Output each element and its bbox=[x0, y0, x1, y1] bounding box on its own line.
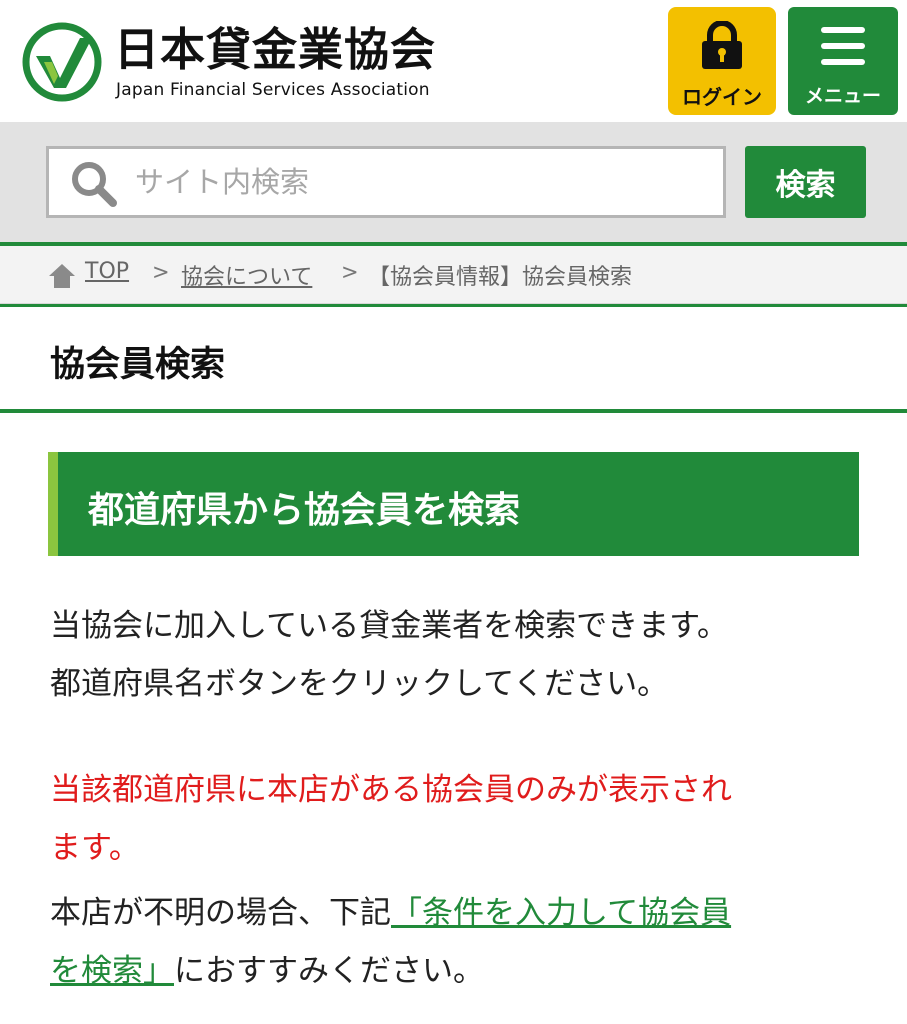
login-label: ログイン bbox=[682, 85, 762, 109]
hamburger-icon bbox=[821, 27, 865, 67]
breadcrumb-separator: > bbox=[341, 260, 359, 284]
intro-text: 当協会に加入している貸金業者を検索できます。 都道府県名ボタンをクリックしてくだ… bbox=[50, 597, 728, 713]
intro-line: 当協会に加入している貸金業者を検索できます。 bbox=[50, 608, 728, 644]
menu-button[interactable]: メニュー bbox=[788, 7, 898, 115]
guidance-prefix: 本店が不明の場合、下記 bbox=[50, 895, 391, 931]
breadcrumb-current: 【協会員情報】協会員検索 bbox=[368, 265, 633, 290]
home-icon bbox=[49, 264, 75, 288]
lock-icon bbox=[702, 21, 742, 69]
logo-japanese-name: 日本貸金業協会 bbox=[114, 23, 437, 76]
menu-label: メニュー bbox=[804, 85, 881, 107]
site-header: 日本貸金業協会 Japan Financial Services Associa… bbox=[0, 0, 907, 122]
section-heading-text: 都道府県から協会員を検索 bbox=[88, 490, 521, 531]
notice-text: 当該都道府県に本店がある協会員のみが表示され ます。 bbox=[50, 761, 732, 877]
logo-check-icon bbox=[22, 22, 102, 102]
guidance-line: 本店が不明の場合、下記「条件を入力して協会員 bbox=[50, 884, 731, 942]
breadcrumb-separator: > bbox=[152, 260, 170, 284]
intro-line: 都道府県名ボタンをクリックしてください。 bbox=[50, 666, 669, 702]
notice-line: 当該都道府県に本店がある協会員のみが表示され bbox=[50, 772, 732, 808]
section-heading: 都道府県から協会員を検索 bbox=[48, 452, 859, 556]
site-logo[interactable]: 日本貸金業協会 Japan Financial Services Associa… bbox=[22, 20, 452, 104]
search-icon bbox=[72, 162, 117, 207]
breadcrumb: TOP > 協会について > 【協会員情報】協会員検索 bbox=[0, 246, 907, 304]
search-by-conditions-link[interactable]: 「条件を入力して協会員 bbox=[391, 895, 731, 931]
site-search-bar: 検索 bbox=[0, 122, 907, 242]
breadcrumb-link-top[interactable]: TOP bbox=[85, 259, 129, 284]
guidance-suffix: におすすみください。 bbox=[174, 953, 484, 989]
divider bbox=[0, 409, 907, 413]
search-button[interactable]: 検索 bbox=[745, 146, 866, 218]
search-by-conditions-link[interactable]: を検索」 bbox=[50, 953, 174, 989]
search-box bbox=[46, 146, 726, 218]
guidance-line: を検索」におすすみください。 bbox=[50, 942, 731, 1000]
guidance-text: 本店が不明の場合、下記「条件を入力して協会員 を検索」におすすみください。 bbox=[50, 884, 731, 1000]
logo-english-name: Japan Financial Services Association bbox=[116, 80, 430, 100]
page-title: 協会員検索 bbox=[50, 345, 226, 385]
breadcrumb-link-about[interactable]: 協会について bbox=[181, 259, 312, 291]
divider bbox=[0, 304, 907, 307]
login-button[interactable]: ログイン bbox=[668, 7, 776, 115]
notice-line: ます。 bbox=[50, 830, 140, 866]
search-input[interactable] bbox=[135, 155, 705, 209]
